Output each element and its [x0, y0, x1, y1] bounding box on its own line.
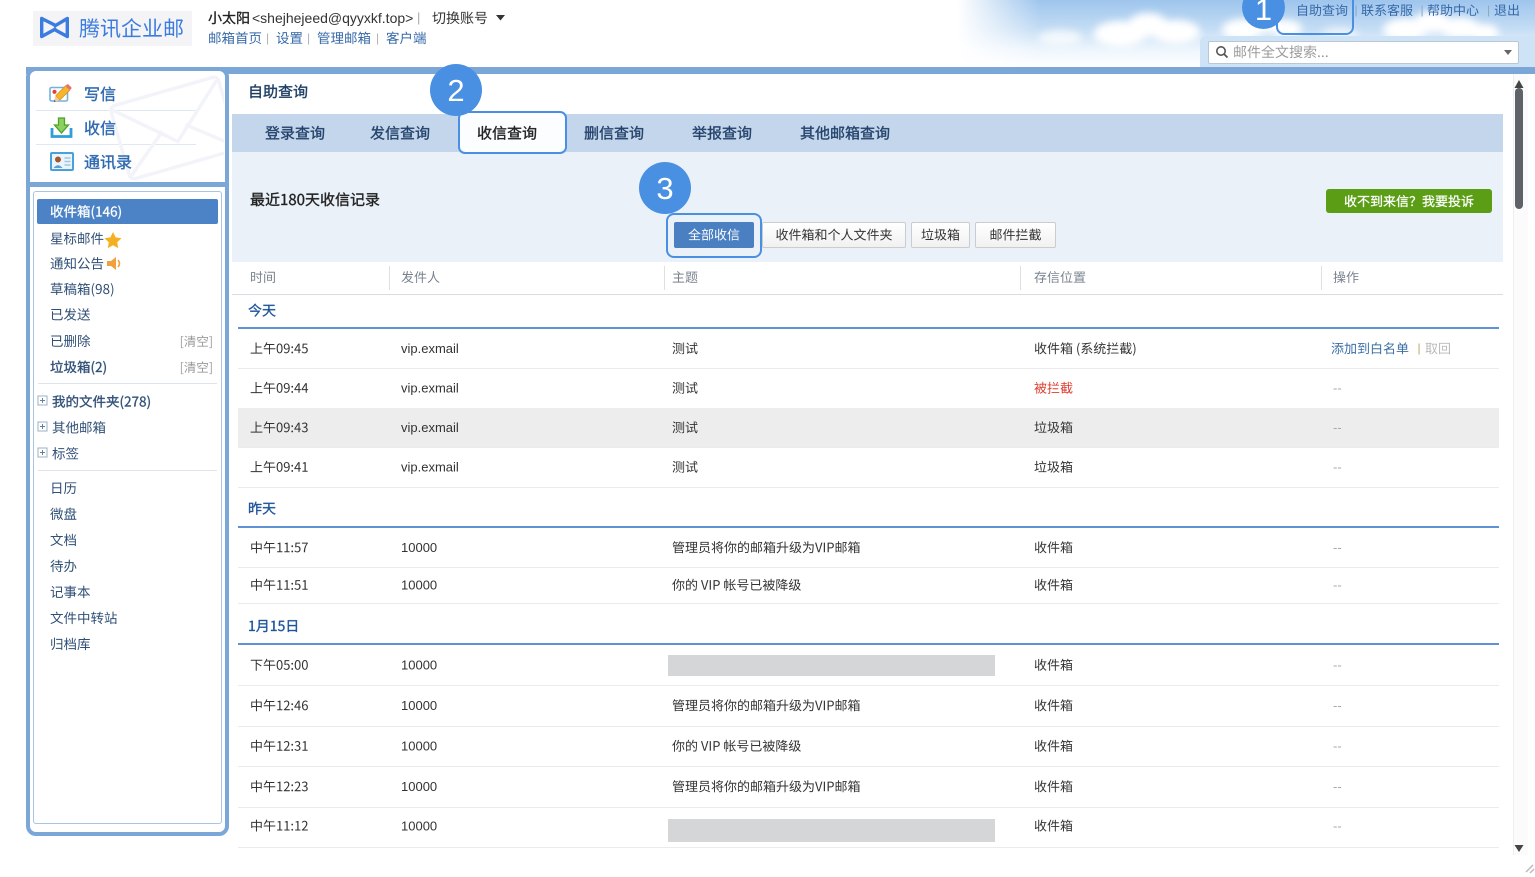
- svg-text:3: 3: [656, 171, 673, 206]
- svg-text:1: 1: [1255, 0, 1272, 27]
- svg-text:2: 2: [447, 73, 464, 108]
